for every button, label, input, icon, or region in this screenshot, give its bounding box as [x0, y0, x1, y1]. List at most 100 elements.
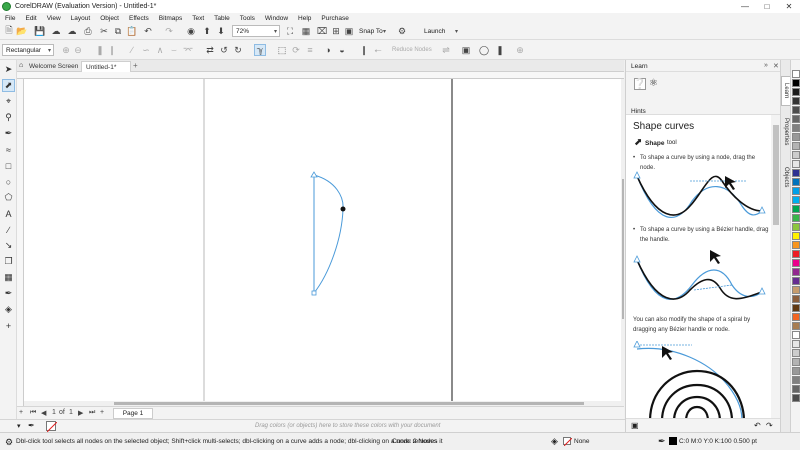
menu-bitmaps[interactable]: Bitmaps — [154, 15, 187, 22]
menu-layout[interactable]: Layout — [66, 15, 96, 22]
outline-swatch[interactable] — [669, 437, 677, 445]
no-color-swatch[interactable] — [46, 421, 58, 433]
palette-swatch[interactable] — [792, 151, 800, 159]
cloud-upload-icon[interactable]: ☁ — [50, 25, 62, 37]
redo-icon[interactable]: ↷ — [163, 25, 175, 37]
gear-icon[interactable]: ⚙ — [5, 437, 13, 448]
more-options-icon[interactable]: ⊕ — [514, 44, 526, 56]
reverse-direction-icon[interactable]: ⇄ — [204, 44, 216, 56]
join-nodes-icon[interactable]: ❚ — [94, 44, 106, 56]
docker-options-icon[interactable]: ▣ — [631, 421, 639, 430]
fill-icon[interactable]: ◈ — [551, 436, 558, 447]
symmetrical-node-icon[interactable]: ⌤ — [182, 44, 194, 56]
last-page-icon[interactable]: ⏭ — [89, 409, 95, 417]
palette-swatch[interactable] — [792, 214, 800, 222]
copy-icon[interactable]: ⧉ — [112, 25, 124, 37]
add-tab-icon[interactable]: + — [133, 61, 138, 70]
maximize-icon[interactable]: □ — [756, 0, 778, 13]
previous-page-icon[interactable]: ◀ — [41, 409, 46, 417]
menu-window[interactable]: Window — [260, 15, 293, 22]
menu-effects[interactable]: Effects — [124, 15, 154, 22]
fill-swatch[interactable] — [563, 437, 573, 447]
new-document-icon[interactable]: 🗎 — [3, 25, 15, 37]
palette-swatch[interactable] — [792, 79, 800, 87]
menu-purchase[interactable]: Purchase — [316, 15, 353, 22]
zoom-tool-icon[interactable]: ⚲ — [2, 111, 15, 124]
first-page-icon[interactable]: ⏮ — [30, 409, 36, 417]
horizontal-ruler[interactable] — [17, 72, 624, 79]
drawing-canvas[interactable] — [24, 79, 622, 401]
palette-swatch[interactable] — [792, 160, 800, 168]
page-1-tab[interactable]: Page 1 — [113, 408, 153, 419]
align-nodes-icon[interactable]: ≡ — [304, 44, 316, 56]
elastic-mode-icon[interactable]: ❙ — [358, 44, 370, 56]
palette-swatch[interactable] — [792, 205, 800, 213]
menu-view[interactable]: View — [42, 15, 66, 22]
palette-swatch[interactable] — [792, 313, 800, 321]
full-screen-icon[interactable]: ⛶ — [284, 25, 296, 37]
palette-swatch[interactable] — [792, 142, 800, 150]
export-icon[interactable]: ⬇ — [215, 25, 227, 37]
menu-edit[interactable]: Edit — [20, 15, 41, 22]
menu-file[interactable]: File — [0, 15, 20, 22]
vertical-scroll-thumb[interactable] — [622, 179, 624, 319]
tab-untitled-1[interactable]: Untitled-1* — [81, 61, 131, 72]
curve-shape[interactable] — [313, 174, 344, 295]
rectangle-tool-icon[interactable]: □ — [2, 159, 15, 172]
palette-swatch[interactable] — [792, 277, 800, 285]
minimize-icon[interactable]: — — [734, 0, 756, 13]
palette-swatch[interactable] — [792, 295, 800, 303]
to-line-icon[interactable]: ∕ — [126, 44, 138, 56]
back-icon[interactable]: ↶ — [754, 421, 761, 430]
delete-node-icon[interactable]: ⊖ — [72, 44, 84, 56]
palette-swatch[interactable] — [792, 178, 800, 186]
palette-swatch[interactable] — [792, 133, 800, 141]
auto-close-icon[interactable]: ℽ — [254, 44, 266, 56]
rotate-nodes-icon[interactable]: ⟳ — [290, 44, 302, 56]
snap-to-dropdown[interactable]: Snap To ▾ — [356, 25, 388, 37]
distribute-icon[interactable]: ◯ — [478, 44, 490, 56]
curve-midpoint-node-icon[interactable] — [340, 206, 346, 212]
palette-swatch[interactable] — [792, 97, 800, 105]
palette-swatch[interactable] — [792, 223, 800, 231]
outline-pen-icon[interactable]: ✒ — [658, 436, 666, 447]
guidelines-icon[interactable]: ⊞ — [330, 25, 342, 37]
connector-tool-icon[interactable]: ↘ — [2, 239, 15, 252]
transparency-icon[interactable]: ▦ — [2, 271, 15, 284]
rulers-icon[interactable]: ⌧ — [316, 25, 328, 37]
mirror-horizontal-icon[interactable]: ◑ — [322, 44, 334, 56]
add-page-icon[interactable]: + — [19, 409, 23, 416]
eyedropper-icon[interactable]: ✒ — [2, 287, 15, 300]
palette-swatch[interactable] — [792, 124, 800, 132]
palette-swatch[interactable] — [792, 268, 800, 276]
tab-welcome-screen[interactable]: Welcome Screen — [26, 61, 80, 72]
forward-icon[interactable]: ↷ — [766, 421, 773, 430]
palette-swatch[interactable] — [792, 376, 800, 384]
extract-subpath-icon[interactable]: ⭠ — [372, 44, 384, 56]
hints-icon[interactable]: ❔ — [634, 78, 646, 90]
palette-swatch[interactable] — [792, 358, 800, 366]
palette-swatch[interactable] — [792, 304, 800, 312]
stretch-nodes-icon[interactable]: ⬚ — [276, 44, 288, 56]
selection-mode-dropdown[interactable]: Rectangular ▾ — [2, 44, 54, 56]
grid-icon[interactable]: ▦ — [300, 25, 312, 37]
palette-options-icon[interactable]: ▾ — [17, 422, 21, 430]
launch-dropdown[interactable]: Launch ▾ — [412, 25, 460, 37]
add-tool-icon[interactable]: + — [2, 319, 15, 332]
close-curve-icon[interactable]: ↻ — [232, 44, 244, 56]
palette-swatch[interactable] — [792, 169, 800, 177]
fill-tool-icon[interactable]: ◈ — [2, 303, 15, 316]
freehand-tool-icon[interactable]: ✒ — [2, 127, 15, 140]
break-curve-icon[interactable]: ❙ — [106, 44, 118, 56]
palette-swatch[interactable] — [792, 106, 800, 114]
menu-table[interactable]: Table — [209, 15, 235, 22]
palette-swatch[interactable] — [792, 196, 800, 204]
palette-swatch[interactable] — [792, 394, 800, 402]
node-align-icon[interactable]: ❚ — [494, 44, 506, 56]
add-node-icon[interactable]: ⊕ — [60, 44, 72, 56]
zoom-dropdown[interactable]: 72% ▾ — [232, 25, 280, 37]
undo-icon[interactable]: ↶ — [142, 25, 154, 37]
palette-swatch[interactable] — [792, 322, 800, 330]
pick-tool-icon[interactable]: ➤ — [2, 63, 15, 76]
palette-swatch[interactable] — [792, 340, 800, 348]
